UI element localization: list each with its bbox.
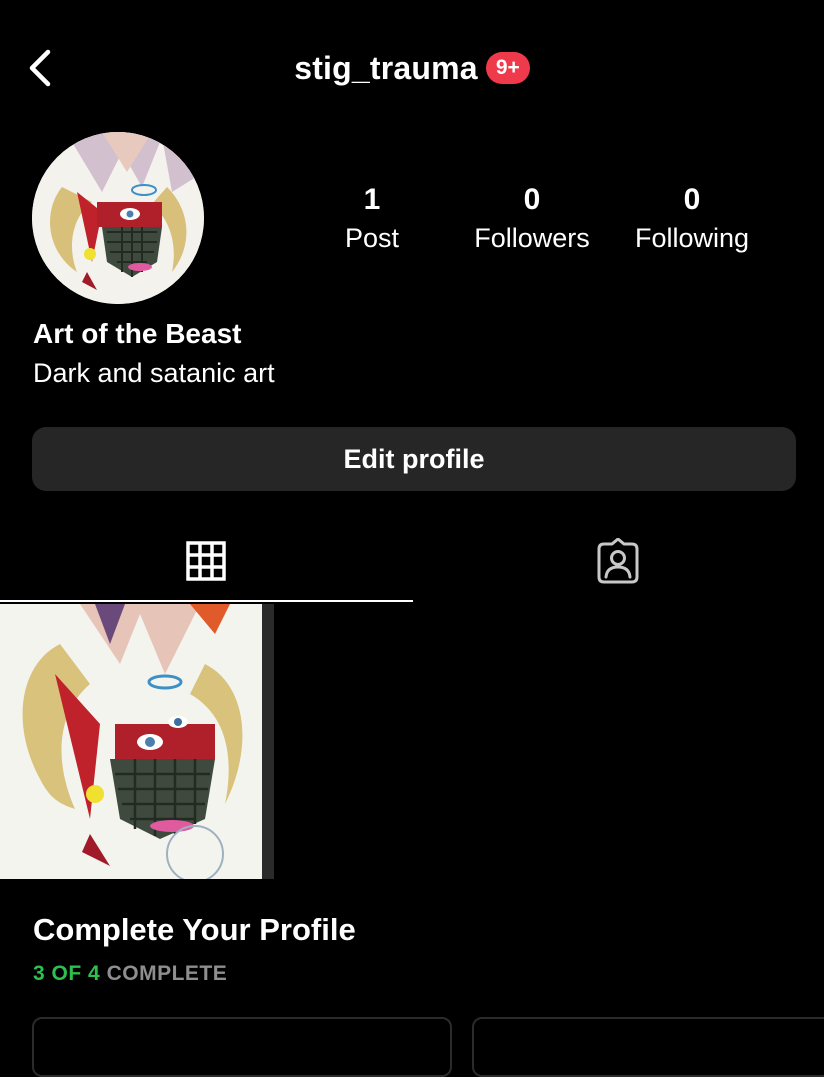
progress-done-count: 3 (33, 962, 46, 985)
tagged-person-icon (597, 538, 639, 584)
following-count: 0 (683, 183, 701, 216)
avatar[interactable] (32, 132, 204, 304)
post-thumbnail[interactable] (0, 604, 274, 879)
horned-beast-artwork-icon (0, 604, 274, 879)
tab-posts-grid[interactable] (0, 520, 412, 602)
horned-beast-artwork-icon (32, 132, 204, 304)
username-title: stig_trauma (294, 49, 478, 86)
stat-followers[interactable]: 0 Followers (447, 180, 617, 256)
grid-icon (186, 541, 226, 581)
account-switcher[interactable]: stig_trauma 9+ (294, 50, 530, 87)
edit-profile-button[interactable]: Edit profile (32, 427, 796, 491)
stat-following[interactable]: 0 Following (607, 180, 777, 256)
header: stig_trauma 9+ (0, 44, 824, 92)
complete-profile-title: Complete Your Profile (33, 912, 356, 947)
bio-text: Dark and satanic art (33, 358, 275, 388)
profile-progress-text: 3 OF 4 COMPLETE (33, 962, 227, 986)
progress-complete-word: COMPLETE (106, 962, 228, 985)
followers-label: Followers (474, 223, 590, 253)
following-label: Following (634, 223, 750, 253)
progress-total-count: 4 (88, 962, 101, 985)
notification-badge: 9+ (485, 52, 530, 84)
posts-count: 1 (363, 183, 381, 216)
posts-label: Post (344, 223, 400, 253)
tab-tagged[interactable] (412, 520, 824, 602)
display-name: Art of the Beast (33, 318, 242, 349)
chevron-left-icon (29, 49, 51, 87)
followers-count: 0 (523, 183, 541, 216)
profile-step-card[interactable] (32, 1017, 452, 1077)
active-tab-indicator (0, 600, 413, 602)
profile-step-card[interactable] (472, 1017, 824, 1077)
back-button[interactable] (18, 44, 62, 92)
stat-posts[interactable]: 1 Post (287, 180, 457, 256)
progress-of-word: OF (51, 962, 82, 985)
